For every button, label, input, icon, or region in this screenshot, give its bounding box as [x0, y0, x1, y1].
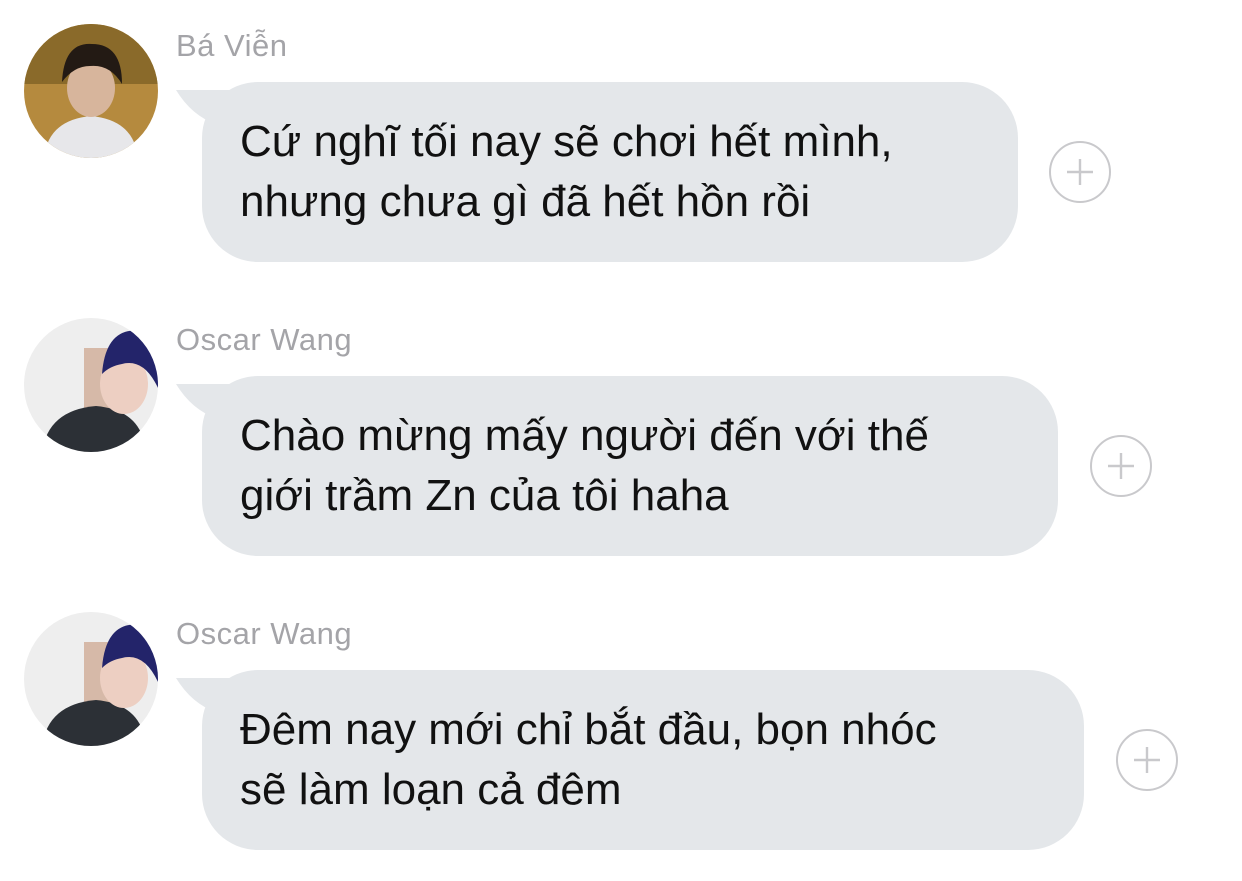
- sender-name: Bá Viễn: [176, 28, 288, 63]
- message-text-line: giới trầm Zn của tôi haha: [240, 471, 729, 520]
- add-reaction-button[interactable]: [1090, 435, 1152, 497]
- message-item: Oscar Wang Chào mừng mấy người đến với t…: [0, 294, 1242, 564]
- message-item: Oscar Wang Đêm nay mới chỉ bắt đầu, bọn …: [0, 588, 1242, 858]
- sender-name: Oscar Wang: [176, 322, 353, 357]
- avatar-photo-icon: [24, 612, 158, 746]
- plus-circle-icon: [1134, 747, 1160, 773]
- avatar-photo-icon: [24, 24, 158, 158]
- message-text-line: Đêm nay mới chỉ bắt đầu, bọn nhóc: [240, 705, 937, 754]
- avatar[interactable]: [24, 24, 158, 158]
- message-bubble[interactable]: Chào mừng mấy người đến với thế giới trầ…: [202, 376, 1058, 556]
- plus-circle-icon: [1108, 453, 1134, 479]
- message-item: Bá Viễn Cứ nghĩ tối nay sẽ chơi hết mình…: [0, 0, 1242, 270]
- message-bubble[interactable]: Đêm nay mới chỉ bắt đầu, bọn nhóc sẽ làm…: [202, 670, 1084, 850]
- sender-name: Oscar Wang: [176, 616, 353, 651]
- message-text-line: sẽ làm loạn cả đêm: [240, 765, 622, 814]
- message-text-line: Cứ nghĩ tối nay sẽ chơi hết mình,: [240, 117, 893, 166]
- add-reaction-button[interactable]: [1049, 141, 1111, 203]
- plus-circle-icon: [1067, 159, 1093, 185]
- message-text-line: Chào mừng mấy người đến với thế: [240, 411, 929, 460]
- avatar-photo-icon: [24, 318, 158, 452]
- message-text-line: nhưng chưa gì đã hết hồn rồi: [240, 177, 811, 226]
- message-bubble[interactable]: Cứ nghĩ tối nay sẽ chơi hết mình, nhưng …: [202, 82, 1018, 262]
- add-reaction-button[interactable]: [1116, 729, 1178, 791]
- avatar[interactable]: [24, 612, 158, 746]
- avatar[interactable]: [24, 318, 158, 452]
